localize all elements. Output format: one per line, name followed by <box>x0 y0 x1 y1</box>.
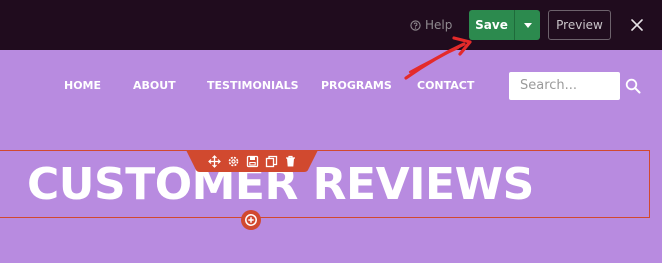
nav-item-contact[interactable]: CONTACT <box>417 74 474 98</box>
nav-item-testimonials[interactable]: TESTIMONIALS <box>207 74 299 98</box>
save-module-icon[interactable] <box>246 155 259 168</box>
nav-item-about[interactable]: ABOUT <box>133 74 176 98</box>
delete-icon[interactable] <box>284 155 297 168</box>
search-icon[interactable] <box>625 78 641 94</box>
save-options-button[interactable] <box>515 10 540 40</box>
nav-item-home[interactable]: HOME <box>64 74 101 98</box>
help-icon <box>410 19 421 31</box>
settings-icon[interactable] <box>227 155 240 168</box>
editor-top-bar: Help Save Preview <box>0 0 662 50</box>
add-circle-icon <box>245 214 257 226</box>
search-input[interactable]: Search... <box>509 72 620 100</box>
close-icon[interactable] <box>628 16 646 34</box>
help-button[interactable]: Help <box>410 16 452 34</box>
move-icon[interactable] <box>207 154 221 168</box>
add-module-button[interactable] <box>241 210 261 230</box>
help-label: Help <box>425 18 453 32</box>
module-toolbar <box>186 150 318 172</box>
chevron-down-icon <box>523 22 532 28</box>
duplicate-icon[interactable] <box>265 155 278 168</box>
save-button-group: Save <box>469 10 540 40</box>
nav-item-programs[interactable]: PROGRAMS <box>321 74 392 98</box>
preview-button[interactable]: Preview <box>548 10 611 40</box>
